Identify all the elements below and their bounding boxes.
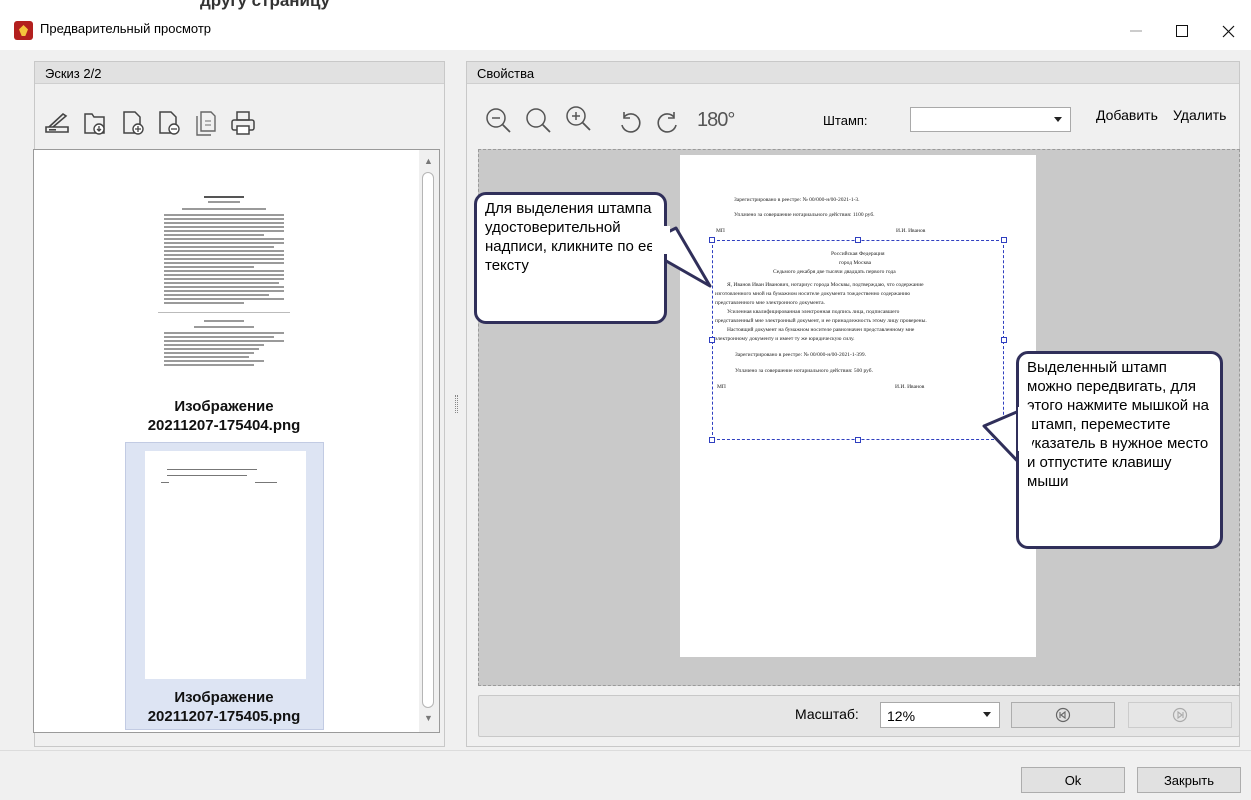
stamp-p5: представленный мне электронный документ,… [715,318,927,324]
zoom-reset-icon[interactable] [524,106,554,136]
resize-handle-bl[interactable] [709,437,715,443]
previous-page-button[interactable] [1011,702,1115,728]
stamp-p4: Усиленная квалифицированная электронная … [727,309,900,315]
hint-callout-move-stamp: Выделенный штамп можно передвигать, для … [1016,351,1223,549]
thumbnail-scroll-thumb[interactable] [422,172,434,708]
stamp-reg: Зарегистрировано в реестре: № 00/000-н/0… [735,352,867,358]
resize-handle-b[interactable] [855,437,861,443]
thumbnail-label-1-line2: 20211207-175404.png [147,417,301,434]
rotate-right-icon[interactable] [652,108,682,138]
resize-handle-r[interactable] [1001,337,1007,343]
thumbnails-panel-title: Эскиз 2/2 [35,62,444,84]
zoom-in-icon[interactable] [564,104,594,134]
stamp-p1: Я, Иванов Иван Иванович, нотариус города… [727,282,924,288]
stamp-mp: МП [717,384,726,390]
rotate-180-icon[interactable]: 180° [697,109,735,132]
doc-signer: И.И. Иванов [896,228,926,234]
delete-stamp-link[interactable]: Удалить [1173,107,1226,123]
thumbnail-label-1[interactable]: Изображение 20211207-175404.png [102,397,346,435]
panel-splitter-handle[interactable] [455,395,458,413]
hint-callout-select-stamp: Для выделения штампа удостоверительной н… [474,192,667,324]
top-cut-text: другу страницу [200,0,330,10]
resize-handle-l[interactable] [709,337,715,343]
zoom-chevron-down-icon [983,712,991,717]
stamp-p6: Настоящий документ на бумажном носителе … [727,327,915,333]
page-remove-icon[interactable] [154,108,184,138]
doc-fee-line: Уплачено за совершение нотариального дей… [734,212,875,218]
resize-handle-tr[interactable] [1001,237,1007,243]
print-icon[interactable] [228,108,258,138]
zoom-label: Масштаб: [795,706,859,722]
stamp-head1: Российская Федерация [831,251,885,257]
thumbnail-label-1-line1: Изображение [174,398,274,415]
stamp-p2: изготовленного мной на бумажном носителе… [715,291,911,297]
properties-panel-title: Свойства [467,62,1239,84]
scanner-icon[interactable] [42,108,72,138]
thumbnail-label-2-line1: Изображение [174,689,274,706]
add-stamp-link[interactable]: Добавить [1096,107,1158,123]
next-page-icon [1172,707,1188,723]
maximize-button[interactable] [1159,12,1205,50]
zoom-select[interactable]: 12% [880,702,1000,728]
stamp-date: Седьмого декабря две тысячи двадцать пер… [773,269,896,275]
next-page-button[interactable] [1128,702,1232,728]
stamp-p7: электронному документу и имеет ту же юри… [715,336,855,342]
callout-right-join [1018,407,1032,451]
page-add-icon[interactable] [118,108,148,138]
stamp-fee: Уплачено за совершение нотариального дей… [735,368,873,374]
window-title: Предварительный просмотр [40,21,212,36]
zoom-bar [478,695,1240,737]
page-copy-icon[interactable] [191,108,221,138]
thumbnail-label-2-line2: 20211207-175405.png [147,708,301,725]
zoom-select-value: 12% [887,708,916,724]
stamp-head2: город Москва [839,260,872,266]
resize-handle-t[interactable] [855,237,861,243]
chevron-down-icon [1054,117,1062,122]
thumbnail-label-2[interactable]: Изображение 20211207-175405.png [102,688,346,726]
top-cut-strip: другу страницу [0,0,1251,12]
previous-page-icon [1055,707,1071,723]
thumbnail-page-image[interactable] [146,178,302,388]
thumbnail-page-image-2[interactable] [145,451,306,679]
app-logo-icon [14,21,33,40]
folder-import-icon[interactable] [80,108,110,138]
scroll-down-arrow-icon[interactable]: ▼ [424,713,433,723]
scroll-up-arrow-icon[interactable]: ▲ [424,156,433,166]
minimize-button[interactable] [1113,12,1159,50]
stamp-p3: представленного мне электронного докумен… [715,300,825,306]
stamp-signer: И.И. Иванов [895,384,925,390]
ok-button[interactable]: Ok [1021,767,1125,793]
stamp-label: Штамп: [823,113,868,128]
close-button[interactable]: Закрыть [1137,767,1241,793]
stamp-select[interactable] [910,107,1071,132]
zoom-out-icon[interactable] [484,106,514,136]
doc-reg-line: Зарегистрировано в реестре: № 00/000-н/0… [734,197,860,203]
footer-divider [0,750,1251,751]
stamp-selection-box[interactable]: Российская Федерация город Москва Седьмо… [712,240,1004,440]
callout-left-join [652,226,670,254]
close-window-button[interactable] [1205,12,1251,50]
rotate-left-icon[interactable] [616,108,646,138]
